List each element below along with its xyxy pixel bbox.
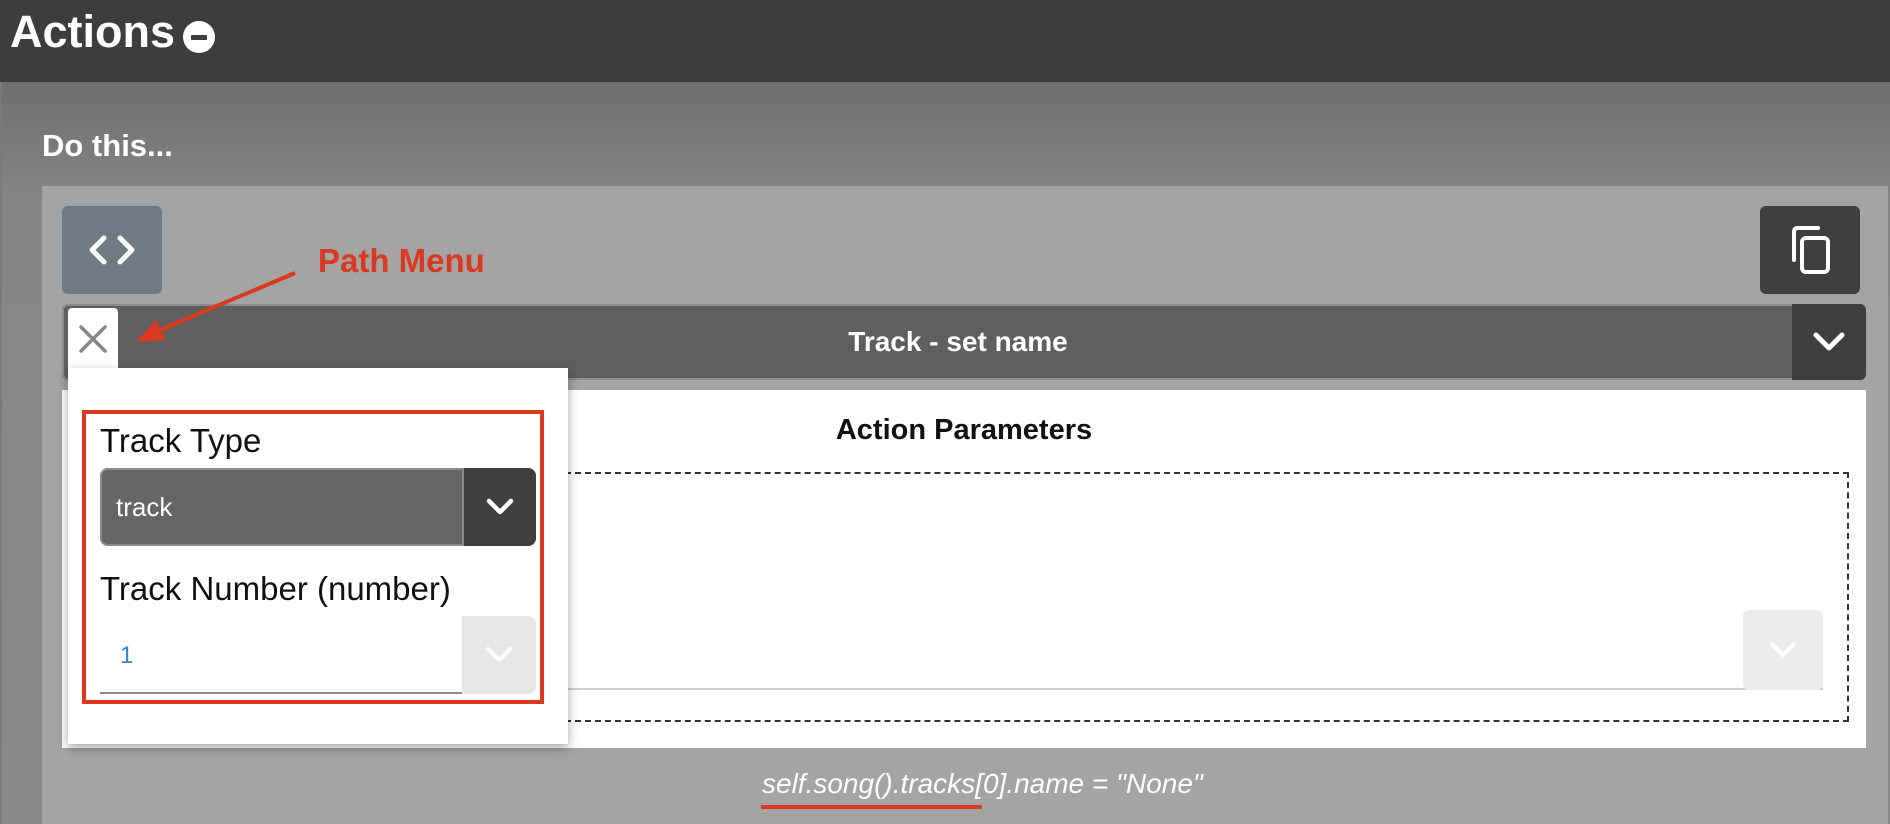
path-expression-path: self.song().tracks[0]	[762, 768, 1007, 799]
track-type-label: Track Type	[100, 422, 262, 459]
track-type-toggle[interactable]	[462, 468, 536, 546]
path-menu-annotation: Path Menu	[318, 242, 485, 279]
path-expression-suffix: .name = "None"	[1006, 768, 1203, 799]
actions-header: Actions	[0, 0, 1890, 82]
chevron-down-icon	[486, 498, 514, 515]
track-type-value: track	[116, 492, 173, 522]
track-type-select[interactable]: track	[100, 468, 536, 546]
track-number-label: Track Number (number)	[100, 570, 451, 607]
copy-button[interactable]	[1760, 206, 1860, 294]
action-select-toggle[interactable]	[1792, 304, 1866, 380]
chevron-down-icon	[1813, 332, 1845, 351]
close-icon	[79, 325, 107, 353]
path-expression-underline	[761, 805, 982, 809]
parameter-field-container	[565, 472, 1849, 722]
code-brackets-icon	[89, 235, 135, 265]
parameter-input[interactable]	[565, 688, 1823, 690]
code-view-button[interactable]	[62, 206, 162, 294]
path-expression: self.song().tracks[0].name = "None"	[762, 768, 1203, 800]
copy-icon	[1792, 226, 1830, 274]
parameter-dropdown-button[interactable]	[1743, 610, 1823, 690]
path-menu-close-button[interactable]	[68, 308, 118, 370]
track-number-input[interactable]	[100, 620, 462, 694]
chevron-down-icon	[486, 647, 512, 662]
chevron-down-icon	[1770, 642, 1796, 657]
actions-title: Actions	[10, 6, 176, 57]
do-this-label: Do this...	[42, 128, 173, 163]
minus-circle-icon[interactable]	[183, 21, 215, 53]
track-number-dropdown-button[interactable]	[462, 616, 536, 694]
